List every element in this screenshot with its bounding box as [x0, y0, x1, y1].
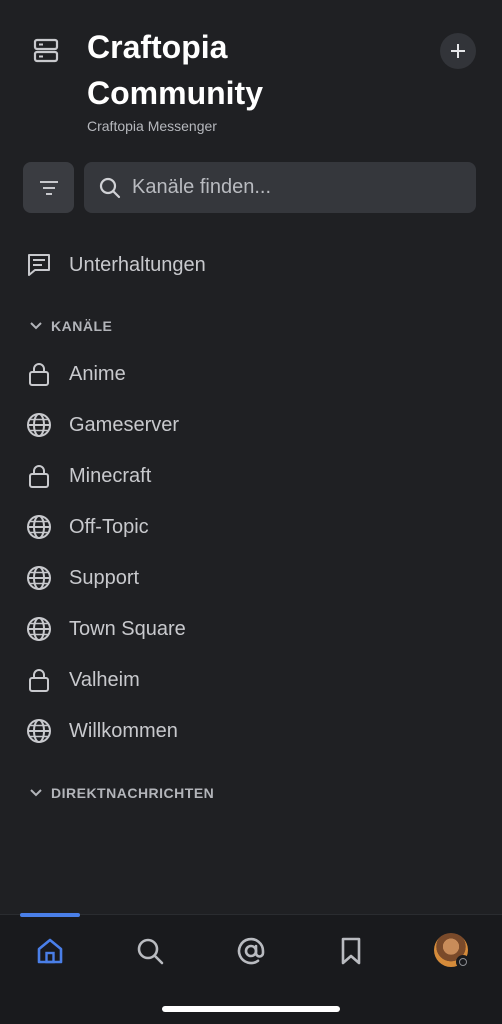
- bookmark-icon: [335, 935, 367, 967]
- channel-label: Town Square: [69, 617, 186, 640]
- server-icon[interactable]: [32, 37, 60, 65]
- direct-messages-section-title: DIREKTNACHRICHTEN: [51, 785, 215, 801]
- channel-item-town-square[interactable]: Town Square: [0, 607, 502, 651]
- search-icon: [134, 935, 166, 967]
- channel-label: Minecraft: [69, 464, 152, 487]
- channel-label: Anime: [69, 362, 126, 385]
- channels-section-header[interactable]: KANÄLE: [0, 314, 502, 338]
- saved-tab[interactable]: [331, 931, 371, 971]
- globe-icon: [25, 615, 53, 643]
- add-button[interactable]: [440, 33, 476, 69]
- filter-icon: [37, 176, 61, 200]
- channel-item-support[interactable]: Support: [0, 556, 502, 600]
- channel-label: Gameserver: [69, 413, 180, 436]
- threads-item[interactable]: Unterhaltungen: [0, 243, 502, 287]
- globe-icon: [25, 564, 53, 592]
- chevron-down-icon: [28, 785, 44, 801]
- mentions-tab[interactable]: [231, 931, 271, 971]
- channel-search-input[interactable]: Kanäle finden...: [84, 162, 476, 213]
- home-tab[interactable]: [30, 931, 70, 971]
- channel-label: Support: [69, 566, 140, 589]
- filter-button[interactable]: [23, 162, 74, 213]
- channels-section-title: KANÄLE: [51, 318, 113, 334]
- team-subtitle: Craftopia Messenger: [87, 118, 217, 134]
- home-indicator-bar: [162, 1006, 340, 1012]
- team-title: Craftopia Community: [87, 29, 263, 111]
- status-indicator: [456, 955, 470, 969]
- direct-messages-section-header[interactable]: DIREKTNACHRICHTEN: [0, 781, 502, 805]
- globe-icon: [25, 513, 53, 541]
- search-tab[interactable]: [130, 931, 170, 971]
- search-icon: [98, 176, 122, 200]
- channel-item-valheim[interactable]: Valheim: [0, 658, 502, 702]
- lock-icon: [25, 360, 53, 388]
- team-header: Craftopia Community Craftopia Messenger: [0, 0, 502, 150]
- lock-icon: [25, 666, 53, 694]
- globe-icon: [25, 411, 53, 439]
- channel-item-gameserver[interactable]: Gameserver: [0, 403, 502, 447]
- channel-label: Off-Topic: [69, 515, 149, 538]
- search-placeholder: Kanäle finden...: [132, 176, 271, 198]
- channel-label: Willkommen: [69, 719, 178, 742]
- message-icon: [25, 251, 53, 279]
- at-mention-icon: [234, 934, 268, 968]
- active-tab-indicator: [20, 913, 80, 917]
- threads-label: Unterhaltungen: [69, 253, 206, 276]
- lock-icon: [25, 462, 53, 490]
- channel-label: Valheim: [69, 668, 140, 691]
- channel-item-anime[interactable]: Anime: [0, 352, 502, 396]
- app-root: Craftopia Community Craftopia Messenger: [0, 0, 502, 1024]
- channel-item-off-topic[interactable]: Off-Topic: [0, 505, 502, 549]
- chevron-down-icon: [28, 318, 44, 334]
- plus-icon: [449, 42, 467, 60]
- channel-item-willkommen[interactable]: Willkommen: [0, 709, 502, 753]
- channel-item-minecraft[interactable]: Minecraft: [0, 454, 502, 498]
- globe-icon: [25, 717, 53, 745]
- home-icon: [34, 935, 66, 967]
